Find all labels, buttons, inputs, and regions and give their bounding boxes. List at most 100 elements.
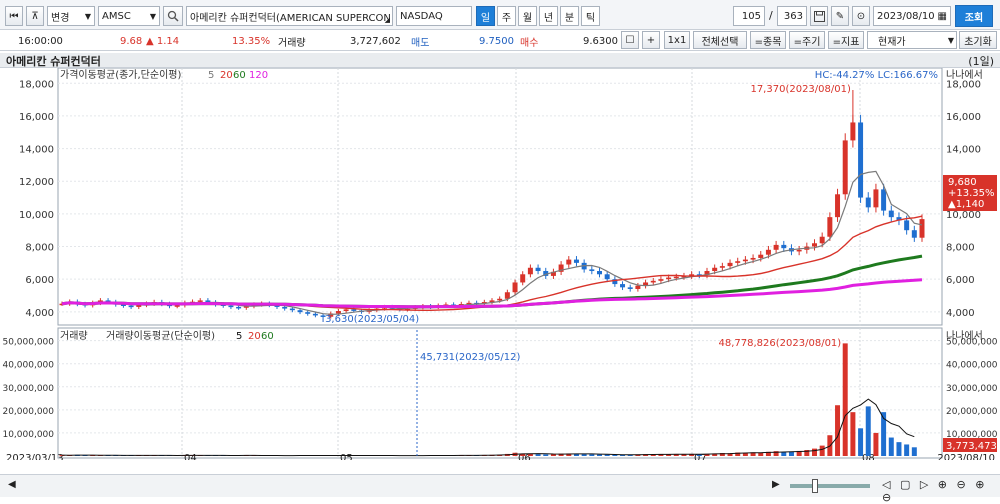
candle-body [858,122,863,197]
unit-label-volume: 나나에서 [946,330,983,342]
last-change: ▲1,140 [948,199,984,210]
candle-body [282,307,287,309]
volume-tick-right: 30,000,000 [946,384,998,394]
price-type-select[interactable]: 현재가 ▼ [867,31,957,49]
zoom-controls-icon[interactable]: ◁ ▢ ▷ ⊕ ⊖ ⊕ ⊖ [882,478,1000,504]
candle-body [912,230,917,238]
ticker-input[interactable]: AMSC ▼ [98,6,160,26]
candle-body [728,263,733,266]
tab-day[interactable]: 일 [476,6,495,26]
price-volume-chart[interactable]: 18,00018,00016,00016,00014,00014,00012,0… [0,68,1000,460]
x-axis-label: 05 [340,453,353,460]
candle-body [889,211,894,218]
stock-name-field[interactable]: 아메리칸 슈퍼컨덕터(AMERICAN SUPERCON ◢ [186,6,393,26]
scroll-thumb[interactable] [812,479,818,493]
volume-bar [536,454,541,456]
candle-body [497,299,502,301]
count-current: 105 [742,11,761,22]
candle-body [843,140,848,194]
tab-week[interactable]: 주 [497,6,516,26]
candle-body [751,258,756,260]
x-axis-label: 2023/03/13 [6,453,64,460]
candle-body [651,281,656,283]
candle-body [835,194,840,217]
plus-button[interactable]: + [642,31,660,49]
change-label: 변경 [51,9,69,24]
candle-body [620,284,625,287]
search-button[interactable]: 조회 [955,5,993,27]
candle-body [344,309,349,311]
volume-bar [866,406,871,456]
pen-icon[interactable]: ✎ [831,6,849,26]
select-all-button[interactable]: 전체선택 [693,31,747,49]
item-button[interactable]: =종목 [750,31,786,49]
select-all-label: 전체선택 [702,33,739,48]
chart-scrollbar[interactable]: ◀ ▶ ◁ ▢ ▷ ⊕ ⊖ ⊕ ⊖ [0,474,1000,497]
pin-icon[interactable]: ⊼ [26,6,44,26]
period-label: =주기 [794,33,821,48]
reset-button[interactable]: 초기화 [959,31,997,49]
ask-label: 매도 [411,33,429,49]
scroll-track[interactable] [790,484,870,488]
x-axis-label: 2023/08/10 [937,453,995,460]
change-dropdown[interactable]: 변경 ▼ [47,6,95,26]
tab-label: 년 [544,9,553,24]
volume-tick-left: 20,000,000 [2,407,54,417]
volume-bar [543,454,548,456]
count-separator: / [769,9,773,22]
one-by-one-button[interactable]: 1x1 [664,31,690,49]
price-tick-right: 14,000 [946,145,981,156]
volume-bar [904,444,909,456]
candle-body [175,305,180,307]
reset-label: 초기화 [964,33,992,48]
volume-legend-2: 거래량이동평균(단순이평) [106,330,215,342]
price-legend-period: 5 [208,70,214,81]
bid-label: 매수 [520,33,538,49]
volume-tick-left: 10,000,000 [2,430,54,440]
candle-body [781,245,786,248]
volume-bar [873,433,878,456]
count-current-input[interactable]: 105 [733,6,765,26]
chevron-down-icon: ▼ [948,36,954,45]
chart-period-tag: (1일) [968,53,994,69]
price-tick-left: 14,000 [19,145,54,156]
save-icon[interactable] [810,6,828,26]
search-icon[interactable] [163,6,183,26]
scroll-left-icon[interactable]: ◀ [8,479,16,490]
scroll-right-icon[interactable]: ▶ [772,479,780,490]
tab-minute[interactable]: 분 [560,6,579,26]
unit-label-price: 나나에서 [946,69,983,81]
tab-year[interactable]: 년 [539,6,558,26]
candle-body [904,220,909,230]
candle-body [305,312,310,314]
date-value: 2023/08/10 [877,11,935,22]
tab-tick[interactable]: 틱 [581,6,600,26]
candle-body [658,279,663,281]
period-button[interactable]: =주기 [789,31,825,49]
tab-month[interactable]: 월 [518,6,537,26]
indicator-button[interactable]: =지표 [828,31,864,49]
candle-body [605,274,610,279]
volume-legend-1: 거래량 [60,330,88,342]
settings-icon[interactable]: ⊙ [852,6,870,26]
candle-body [674,277,679,279]
candle-body [827,217,832,237]
chart-title-bar: 아메리칸 슈퍼컨덕터 (1일) [0,53,1000,68]
first-icon[interactable]: ⏮ [5,6,23,26]
date-input[interactable]: 2023/08/10 ▦ [873,6,951,26]
candle-body [766,250,771,255]
volume-label: 거래량 [278,33,306,49]
candle-body [735,261,740,263]
annot-vol-high: 48,778,826(2023/08/01) [719,338,842,349]
candle-body [351,309,356,311]
checkbox-icon[interactable]: ☐ [621,31,639,49]
volume-tick-left: 30,000,000 [2,384,54,394]
candle-body [313,314,318,316]
price-tick-right: 4,000 [946,308,975,319]
candle-body [290,309,295,311]
candle-body [236,307,241,309]
candle-body [820,237,825,244]
one-by-one-label: 1x1 [668,35,687,46]
price-type-value: 현재가 [878,33,906,48]
candle-body [528,268,533,275]
